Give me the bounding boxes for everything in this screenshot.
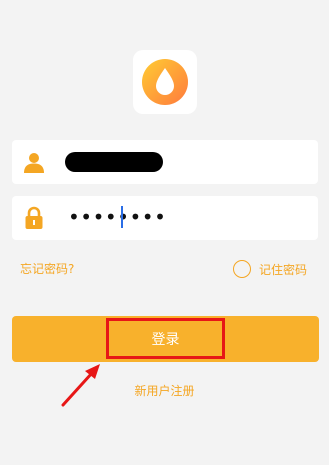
text-caret: [121, 206, 123, 228]
forgot-password-link[interactable]: 忘记密码?: [20, 260, 74, 277]
username-field[interactable]: [12, 140, 318, 184]
remember-password-toggle[interactable]: 记住密码: [233, 258, 307, 280]
lock-icon: [25, 206, 43, 229]
password-field[interactable]: ••••••••: [12, 196, 318, 240]
register-link[interactable]: 新用户注册: [0, 382, 329, 399]
app-logo: [133, 50, 197, 114]
user-icon: [24, 153, 44, 173]
remember-password-label: 记住密码: [259, 262, 308, 277]
remember-password-radio[interactable]: [233, 260, 251, 278]
password-value: ••••••••: [68, 205, 167, 229]
login-screen: •••••••• 忘记密码? 记住密码 登录 新用户注册: [0, 0, 329, 465]
login-button-label: 登录: [151, 332, 180, 348]
username-masked-value: [65, 152, 163, 172]
drop-icon: [142, 59, 188, 105]
login-button[interactable]: 登录: [12, 316, 319, 362]
